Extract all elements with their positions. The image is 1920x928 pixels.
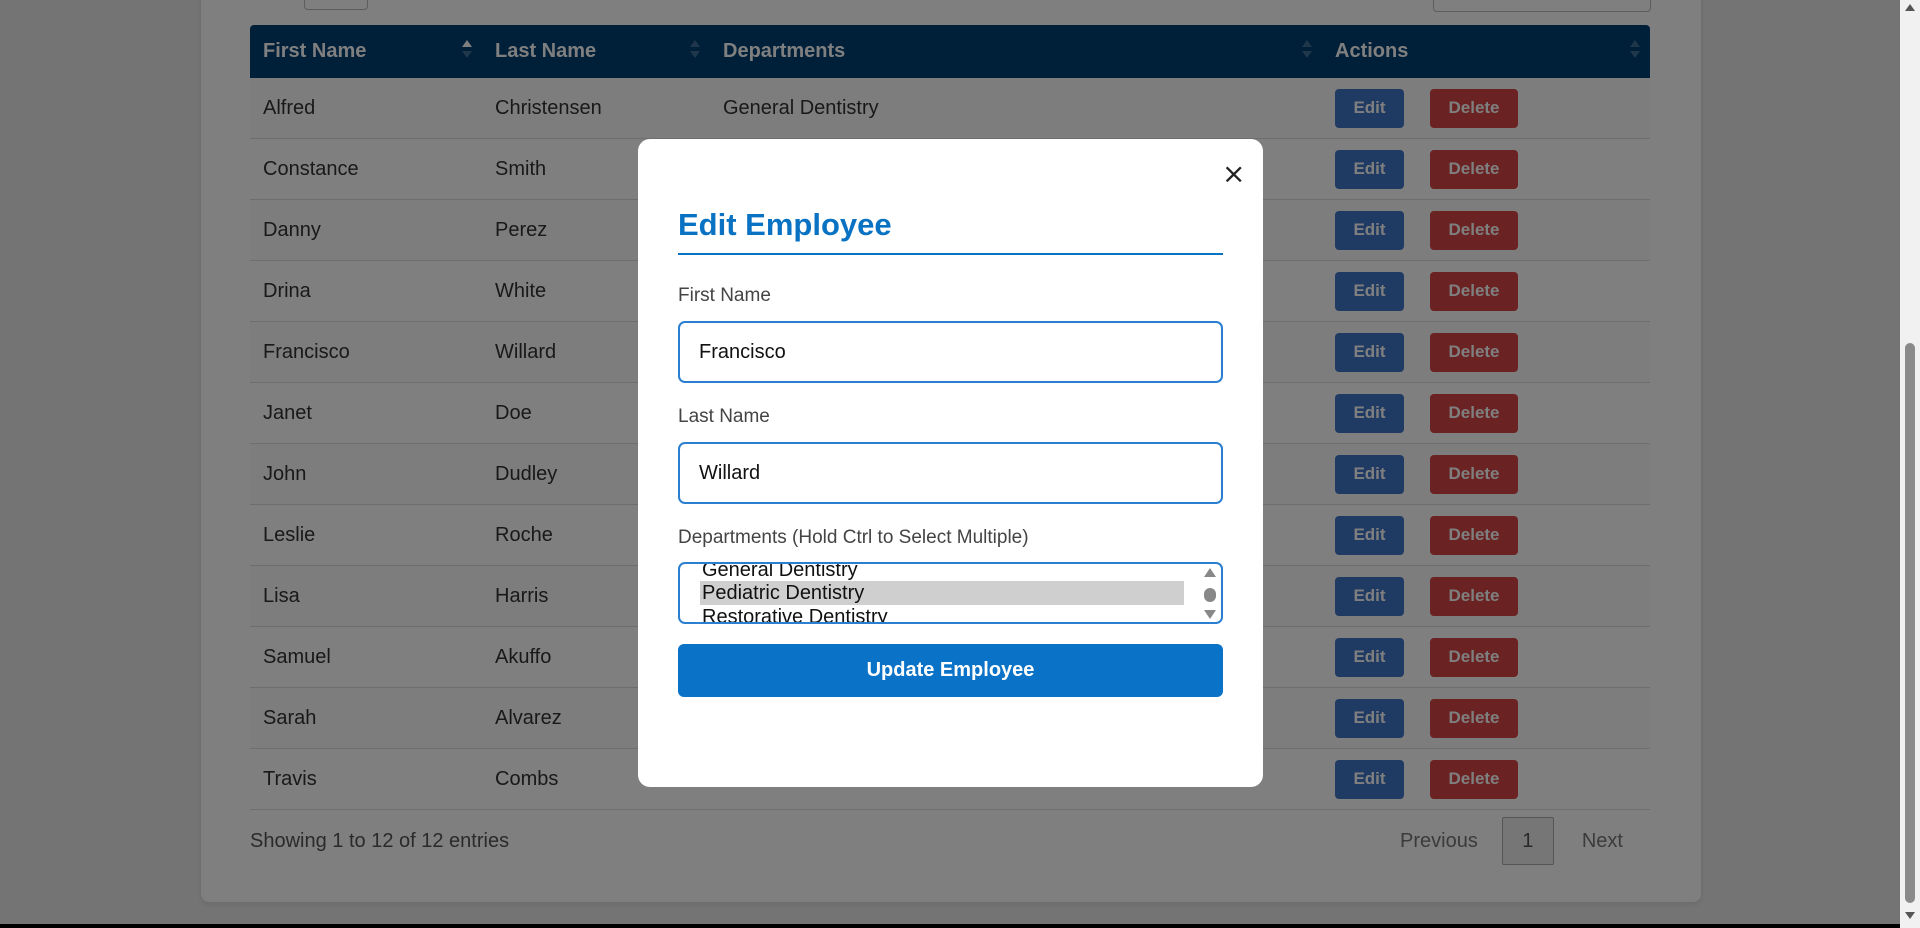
last-name-label: Last Name (678, 406, 770, 427)
bottom-edge (0, 924, 1900, 928)
listbox-scrollbar[interactable] (1203, 566, 1217, 622)
departments-multiselect[interactable]: General Dentistry Pediatric Dentistry Re… (678, 562, 1223, 624)
department-option[interactable]: Restorative Dentistry (700, 605, 1184, 622)
listbox-scroll-thumb[interactable] (1204, 588, 1216, 602)
department-option[interactable]: General Dentistry (700, 564, 1184, 582)
scroll-up-arrow-icon[interactable] (1905, 4, 1915, 11)
last-name-input[interactable] (678, 442, 1223, 504)
page-scrollbar[interactable] (1900, 0, 1920, 928)
departments-label: Departments (Hold Ctrl to Select Multipl… (678, 527, 1029, 548)
scroll-down-arrow-icon[interactable] (1905, 912, 1915, 919)
title-divider (678, 253, 1223, 255)
first-name-input[interactable] (678, 321, 1223, 383)
listbox-scroll-up-icon[interactable] (1204, 568, 1216, 577)
update-employee-button[interactable]: Update Employee (678, 644, 1223, 697)
scrollbar-thumb[interactable] (1905, 343, 1915, 903)
edit-employee-modal: × Edit Employee First Name Last Name Dep… (638, 139, 1263, 787)
modal-title: Edit Employee (678, 207, 892, 242)
close-icon[interactable]: × (1222, 157, 1245, 190)
first-name-label: First Name (678, 285, 771, 306)
department-option-selected[interactable]: Pediatric Dentistry (700, 581, 1184, 605)
listbox-scroll-down-icon[interactable] (1204, 610, 1216, 619)
